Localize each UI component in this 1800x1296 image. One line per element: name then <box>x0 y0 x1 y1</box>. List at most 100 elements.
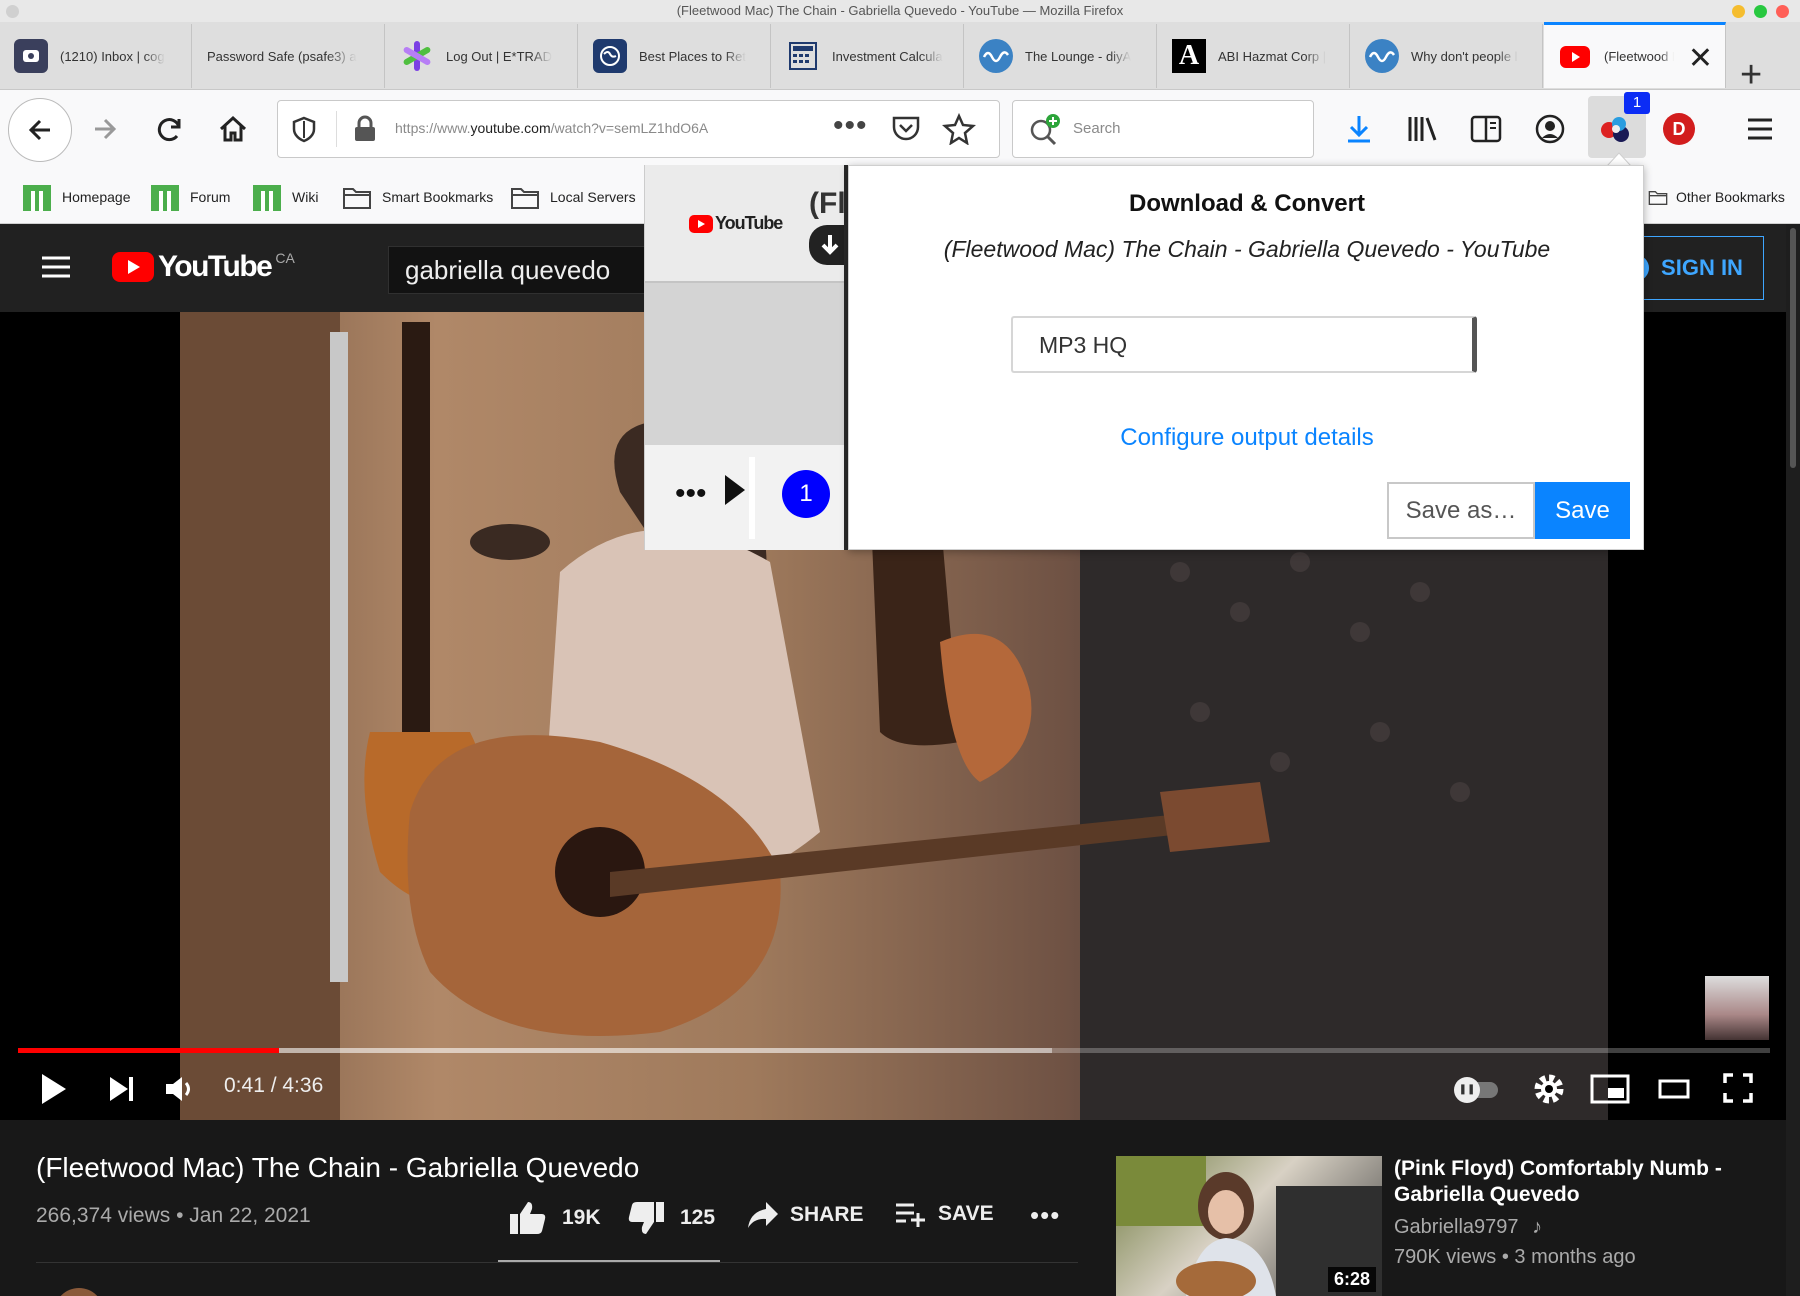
tab-fleetwood-active[interactable]: (Fleetwood M ✕ <box>1544 22 1726 88</box>
related-duration: 6:28 <box>1327 1267 1376 1292</box>
youtube-play-icon <box>112 252 154 282</box>
app-menu-button[interactable] <box>1732 100 1788 158</box>
page-actions-icon[interactable]: ••• <box>833 109 868 143</box>
volume-icon[interactable] <box>164 1074 196 1109</box>
reload-button[interactable] <box>141 100 197 158</box>
autoplay-toggle[interactable]: ❚❚ <box>1454 1077 1498 1103</box>
share-icon <box>748 1202 778 1228</box>
related-video-thumbnail[interactable]: 6:28 <box>1116 1156 1382 1296</box>
tab-why-dont-people[interactable]: Why don't people l <box>1351 24 1543 88</box>
firefox-window: (Fleetwood Mac) The Chain - Gabriella Qu… <box>0 0 1800 1296</box>
bookmark-smart-bookmarks[interactable]: Smart Bookmarks <box>342 183 493 211</box>
bookmark-star-icon[interactable] <box>942 112 976 150</box>
profile-avatar: D <box>1663 113 1695 145</box>
bookmark-wiki[interactable]: Wiki <box>252 183 318 211</box>
green-bars-icon <box>23 185 51 211</box>
tab-password-safe[interactable]: Password Safe (psafe3) a <box>193 24 385 88</box>
next-icon[interactable] <box>108 1074 136 1109</box>
save-label: SAVE <box>938 1202 994 1225</box>
shield-icon[interactable] <box>290 115 318 148</box>
extension-source-card[interactable]: YouTube (Fl <box>645 165 846 283</box>
tab-abi-hazmat[interactable]: A ABI Hazmat Corp | <box>1158 24 1350 88</box>
account-button[interactable] <box>1522 100 1578 158</box>
close-window-button[interactable] <box>1776 5 1789 18</box>
tab-label: The Lounge - diyA <box>1025 48 1132 64</box>
channel-watermark[interactable] <box>1705 976 1769 1040</box>
configure-output-link[interactable]: Configure output details <box>849 424 1645 452</box>
thumbs-down-icon <box>628 1202 664 1234</box>
lock-icon[interactable] <box>352 115 378 148</box>
search-engine-icon[interactable] <box>1027 113 1063 152</box>
related-channel[interactable]: Gabriella9797 ♪ <box>1394 1216 1542 1239</box>
folder-icon <box>511 188 539 209</box>
video-info-area: (Fleetwood Mac) The Chain - Gabriella Qu… <box>0 1120 1800 1296</box>
video-title: (Fleetwood Mac) The Chain - Gabriella Qu… <box>36 1152 640 1183</box>
downloads-button[interactable] <box>1331 100 1387 158</box>
library-button[interactable] <box>1394 100 1450 158</box>
related-video-title[interactable]: (Pink Floyd) Comfortably Numb - Gabriell… <box>1394 1156 1774 1208</box>
bookmark-homepage[interactable]: Homepage <box>22 183 131 211</box>
extension-badge: 1 <box>1624 92 1650 114</box>
time-display: 0:41 / 4:36 <box>224 1074 324 1097</box>
urlbar-divider <box>336 111 337 147</box>
save-as-button[interactable]: Save as… <box>1387 482 1535 539</box>
channel-avatar[interactable] <box>54 1288 104 1296</box>
forward-button[interactable] <box>77 100 133 158</box>
zoom-button[interactable] <box>1754 5 1767 18</box>
fullscreen-icon[interactable] <box>1722 1072 1754 1109</box>
play-icon[interactable] <box>38 1072 68 1111</box>
more-options-icon[interactable]: ••• <box>675 477 707 511</box>
minimize-button[interactable] <box>1732 5 1745 18</box>
profile-extension-button[interactable]: D <box>1651 100 1707 158</box>
save-to-playlist-button[interactable]: SAVE <box>894 1200 994 1228</box>
tab-label: ABI Hazmat Corp | <box>1218 48 1327 64</box>
folder-icon <box>343 188 371 209</box>
hamburger-menu-icon[interactable] <box>40 254 72 285</box>
sidebar-button[interactable] <box>1458 100 1514 158</box>
panel-subtitle: (Fleetwood Mac) The Chain - Gabriella Qu… <box>943 236 1551 262</box>
save-button[interactable]: Save <box>1535 482 1630 539</box>
pause-icon: ❚❚ <box>1454 1077 1480 1103</box>
url-prefix: https://www. <box>395 120 471 136</box>
tab-best-places[interactable]: Best Places to Ret <box>579 24 771 88</box>
folder-icon <box>1648 191 1668 205</box>
tab-the-lounge[interactable]: The Lounge - diyA <box>965 24 1157 88</box>
pocket-icon[interactable] <box>890 114 922 149</box>
tab-etrade[interactable]: Log Out | E*TRAD <box>386 24 578 88</box>
download-convert-extension-button[interactable]: 1 <box>1588 92 1650 158</box>
more-actions-icon[interactable]: ••• <box>1030 1200 1060 1231</box>
share-button[interactable]: SHARE <box>746 1200 864 1230</box>
bookmark-other-bookmarks[interactable]: Other Bookmarks <box>1648 183 1785 211</box>
extension-queue-badge: 1 <box>782 470 830 518</box>
tab-inbox[interactable]: (1210) Inbox | cog <box>0 24 192 88</box>
close-tab-icon[interactable]: ✕ <box>1688 41 1713 76</box>
page-scrollbar[interactable] <box>1786 224 1800 1296</box>
progress-played <box>18 1048 280 1053</box>
download-arrow-icon[interactable] <box>809 225 845 265</box>
letter-a-icon: A <box>1172 39 1206 73</box>
tab-investment-calculator[interactable]: Investment Calcula <box>772 24 964 88</box>
format-select[interactable]: MP3 HQ <box>1011 316 1477 373</box>
home-button[interactable] <box>205 100 261 158</box>
like-button[interactable]: 19K <box>508 1200 601 1236</box>
url-text[interactable]: https://www.youtube.com/watch?v=semLZ1hd… <box>395 120 708 136</box>
sign-in-button[interactable]: SIGN IN <box>1627 236 1764 300</box>
youtube-logo[interactable]: YouTube CA <box>112 250 295 284</box>
info-divider <box>36 1262 1078 1263</box>
play-queue-icon[interactable] <box>721 473 747 512</box>
search-bar[interactable]: Search <box>1012 100 1314 158</box>
bookmark-local-servers[interactable]: Local Servers <box>510 183 636 211</box>
theater-mode-icon[interactable] <box>1658 1076 1690 1107</box>
miniplayer-icon[interactable] <box>1590 1074 1630 1109</box>
url-bar[interactable]: https://www.youtube.com/watch?v=semLZ1hd… <box>277 100 1000 158</box>
progress-bar[interactable] <box>18 1048 1770 1053</box>
scrollbar-thumb[interactable] <box>1790 228 1796 468</box>
extension-youtube-logo-text: YouTube <box>715 213 783 233</box>
new-tab-button[interactable]: + <box>1740 56 1762 94</box>
bookmark-forum[interactable]: Forum <box>150 183 230 211</box>
settings-gear-icon[interactable] <box>1532 1072 1566 1111</box>
back-button[interactable] <box>8 98 72 162</box>
dislike-button[interactable]: 125 <box>626 1200 715 1236</box>
youtube-search-input[interactable]: gabriella quevedo <box>388 246 678 294</box>
window-dot-icon[interactable] <box>6 5 19 18</box>
